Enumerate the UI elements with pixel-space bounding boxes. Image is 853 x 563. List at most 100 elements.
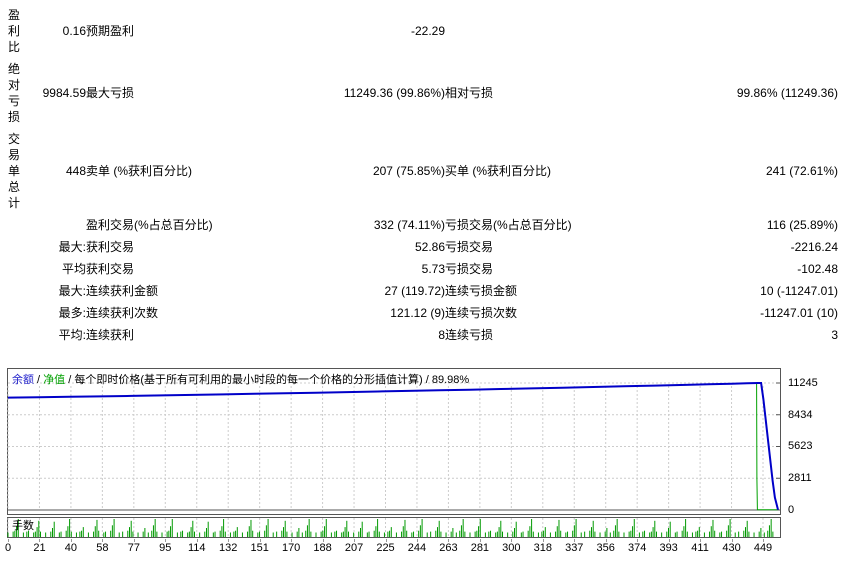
- stat-value: 0.16: [62, 24, 86, 38]
- stat-label: 连续获利: [86, 328, 135, 342]
- x-axis-label: 374: [627, 542, 647, 554]
- x-axis-label: 281: [470, 542, 490, 554]
- stat-label: 买单 (%获利百分比): [445, 164, 551, 178]
- x-axis-labels: 0 21 40 58 77 95 114 132 151 170 188 207 225 244 263 28…: [4, 539, 807, 557]
- x-axis-label: 244: [407, 542, 427, 554]
- stat-label: 亏损交易(%占总百分比): [445, 218, 572, 232]
- stat-value: 116 (25.89%): [766, 218, 838, 232]
- stat-value: 332 (74.11%): [373, 218, 445, 232]
- modelling-method-label: 每个即时价格(基于所有可利用的最小时段的每一个价格的分形插值计算): [74, 374, 423, 386]
- x-axis-label: 356: [596, 542, 615, 554]
- x-axis-label: 77: [127, 542, 140, 554]
- x-axis-label: 151: [250, 542, 269, 554]
- stat-prefix: 最大:: [58, 284, 86, 298]
- stat-prefix: 平均: [61, 262, 86, 276]
- stat-label: 相对亏损: [445, 86, 494, 100]
- y-axis-label: 8434: [788, 408, 813, 421]
- stat-value: 9984.59: [42, 86, 86, 100]
- balance-chart-svg: [7, 368, 781, 515]
- x-axis-label: 95: [159, 542, 172, 554]
- stat-label: 最大亏损: [86, 86, 135, 100]
- x-axis-label: 188: [313, 542, 332, 554]
- balance-equity-chart: [7, 368, 781, 515]
- balance-legend-label: 余额: [12, 374, 34, 386]
- stat-label: 预期盈利: [86, 24, 135, 38]
- stat-label: 亏损交易: [445, 262, 494, 276]
- stat-value: 207 (75.85%): [372, 164, 445, 178]
- report-stats-body: 盈利比 0.16 预期盈利 -22.29 绝对亏损 9984.59 最大亏损 1…: [8, 4, 838, 346]
- stat-label: 连续亏损金额: [445, 284, 518, 298]
- stat-value: -2216.24: [790, 240, 838, 254]
- stat-label: 卖单 (%获利百分比): [86, 164, 192, 178]
- stat-value: 121.12 (9): [390, 306, 445, 320]
- x-axis-label: 411: [691, 542, 709, 554]
- y-axis-label: 0: [788, 504, 795, 516]
- x-axis-label: 21: [33, 542, 46, 554]
- stat-value: -102.48: [797, 262, 838, 276]
- table-row: 盈利比 0.16 预期盈利 -22.29: [8, 4, 838, 58]
- stat-label: [445, 4, 685, 58]
- stat-value: 52.86: [414, 240, 445, 254]
- stat-label: 亏损交易: [445, 240, 494, 254]
- stat-value: 10 (-11247.01): [760, 284, 838, 298]
- y-axis-label: 5623: [788, 440, 813, 453]
- stat-group-label: 交易单总计: [8, 132, 21, 210]
- stat-label: 连续获利金额: [86, 284, 159, 298]
- stat-prefix: 最多:: [58, 306, 86, 320]
- x-axis-label: 114: [187, 542, 206, 554]
- stat-group-label: 盈利比: [8, 8, 21, 54]
- stat-label: 盈利交易(%占总百分比): [86, 218, 213, 232]
- x-axis-label: 132: [219, 542, 238, 554]
- x-axis-label: 393: [659, 542, 678, 554]
- table-row: 平均: 连续获利 8 连续亏损 3: [8, 324, 838, 346]
- table-row: 平均 获利交易 5.73 亏损交易 -102.48: [8, 258, 838, 280]
- stat-value: -22.29: [410, 24, 445, 38]
- stat-value: [24, 214, 86, 236]
- x-axis-label: 449: [753, 542, 773, 554]
- stat-label: 连续亏损: [445, 328, 494, 342]
- stat-value: -11247.01 (10): [760, 306, 838, 320]
- stat-group-label: [8, 324, 24, 346]
- stat-label: 获利交易: [86, 240, 135, 254]
- table-row: 最大: 连续获利金额 27 (119.72) 连续亏损金额 10 (-11247…: [8, 280, 838, 302]
- x-axis-label: 318: [533, 542, 552, 554]
- stat-value: 27 (119.72): [384, 284, 446, 298]
- x-axis-label: 430: [722, 542, 741, 554]
- stat-group-label: [8, 302, 24, 324]
- stat-value: 3: [831, 328, 838, 342]
- table-row: 最大: 获利交易 52.86 亏损交易 -2216.24: [8, 236, 838, 258]
- x-axis-label: 337: [565, 542, 584, 554]
- stat-group-label: [8, 214, 24, 236]
- stat-value: 8: [438, 328, 445, 342]
- lots-bar-chart: [7, 517, 781, 538]
- equity-legend-label: 净值: [43, 374, 66, 386]
- stat-label: 获利交易: [86, 262, 135, 276]
- x-axis-label: 170: [281, 542, 301, 554]
- lots-chart-label: 手数: [12, 520, 34, 532]
- legend-separator: /: [34, 374, 44, 386]
- x-axis-label: 225: [376, 542, 395, 554]
- legend-separator: /: [422, 374, 432, 386]
- table-row: 盈利交易(%占总百分比) 332 (74.11%) 亏损交易(%占总百分比) 1…: [8, 214, 838, 236]
- stat-prefix: 平均:: [58, 328, 86, 342]
- stat-prefix: 最大:: [58, 240, 86, 254]
- stat-value: 5.73: [421, 262, 445, 276]
- x-axis-label: 0: [4, 542, 12, 554]
- chart-legend: 余额 / 净值 / 每个即时价格(基于所有可利用的最小时段的每一个价格的分形插值…: [12, 371, 469, 387]
- stat-group-label: [8, 280, 24, 302]
- table-row: 绝对亏损 9984.59 最大亏损 11249.36 (99.86%) 相对亏损…: [8, 58, 838, 128]
- x-axis-label: 58: [96, 542, 109, 554]
- x-axis-label: 207: [344, 542, 364, 554]
- stat-group-label: [8, 258, 24, 280]
- lots-chart-svg: [7, 517, 781, 538]
- stat-value: 448: [65, 164, 86, 178]
- stat-value: 241 (72.61%): [765, 164, 838, 178]
- stat-value: 99.86% (11249.36): [736, 86, 838, 100]
- stat-group-label: 绝对亏损: [8, 62, 21, 124]
- y-axis-labels: 0 2811 5623 8434 11245: [785, 368, 851, 516]
- x-axis-label: 263: [439, 542, 458, 554]
- strategy-tester-report: 盈利比 0.16 预期盈利 -22.29 绝对亏损 9984.59 最大亏损 1…: [0, 0, 853, 563]
- stat-value: [685, 4, 838, 58]
- table-row: 交易单总计 448 卖单 (%获利百分比) 207 (75.85%) 买单 (%…: [8, 128, 838, 214]
- x-axis-label: 300: [502, 542, 521, 554]
